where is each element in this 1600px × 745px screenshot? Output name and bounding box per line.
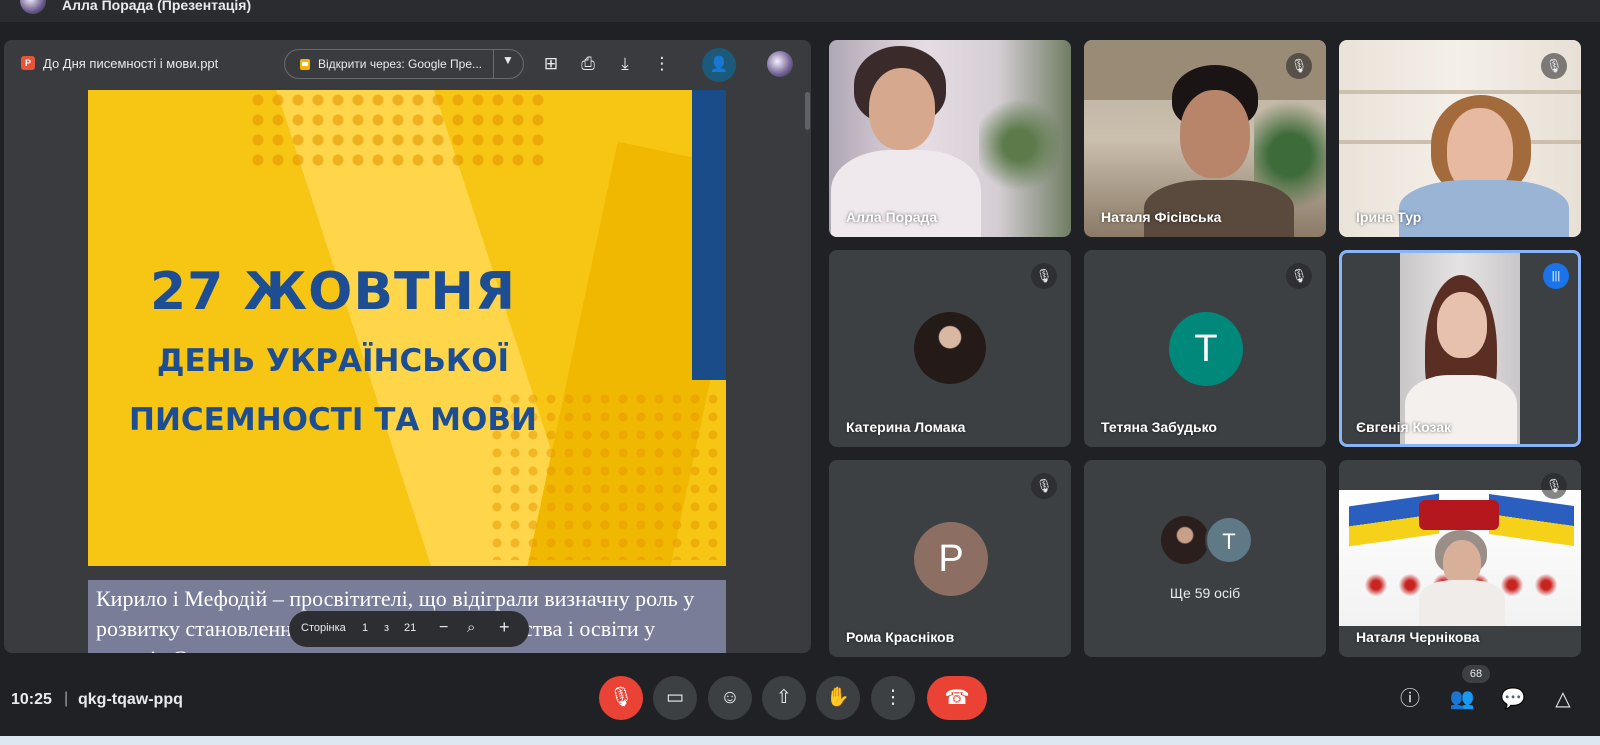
separator: | <box>64 690 69 707</box>
participant-avatar <box>1161 516 1209 564</box>
mic-off-icon: 🎙 <box>1541 53 1567 79</box>
activities-icon[interactable]: △ <box>1549 685 1577 713</box>
speaking-icon: ||| <box>1543 263 1569 289</box>
participant-name: Ірина Тур <box>1356 209 1422 225</box>
participant-tile[interactable]: 🎙 Наталя Фісівська <box>1084 40 1326 237</box>
open-with-label: Відкрити через: Google Пре... <box>318 57 483 71</box>
present-button[interactable]: ⇧ <box>762 676 806 720</box>
page-control[interactable]: Сторінка 1 з 21 − ⌕ + <box>289 611 529 647</box>
more-participants-tile[interactable]: T Ще 59 осіб <box>1084 460 1326 657</box>
participant-name: Наталя Чернікова <box>1356 629 1480 645</box>
participant-name: Алла Порада <box>846 209 938 225</box>
meeting-code: qkg-tqaw-ppq <box>78 691 183 708</box>
scrollbar[interactable] <box>805 92 810 130</box>
presenter-label: Алла Порада (Презентація) <box>62 0 252 13</box>
slide-title-line2: ДЕНЬ УКРАЇНСЬКОЇ <box>156 343 510 379</box>
presenter-avatar <box>20 0 46 14</box>
file-name: До Дня писемності і мови.ppt <box>43 56 219 71</box>
account-avatar[interactable] <box>767 51 793 77</box>
participant-initial: P <box>914 522 988 596</box>
more-vert-icon[interactable]: ⋮ <box>650 52 674 76</box>
download-icon[interactable]: ⤓ <box>613 52 637 76</box>
slide-dots <box>248 90 548 170</box>
participant-initial: T <box>1205 516 1253 564</box>
mic-off-icon: 🎙 <box>1286 53 1312 79</box>
people-count-badge: 68 <box>1462 665 1490 683</box>
emoji-button[interactable]: ☺ <box>708 676 752 720</box>
participant-name: Тетяна Забудько <box>1101 419 1217 435</box>
mic-off-icon: 🎙 <box>1031 263 1057 289</box>
participant-tile[interactable]: 🎙 Ірина Тур <box>1339 40 1581 237</box>
slide-current: 27 ЖОВТНЯ ДЕНЬ УКРАЇНСЬКОЇ ПИСЕМНОСТІ ТА… <box>88 90 726 566</box>
bottom-control-bar: 10:25 | qkg-tqaw-ppq 🎙 ▭ ☺ ⇧ ✋ ⋮ ☎ ⓘ 68 … <box>0 660 1600 736</box>
info-icon[interactable]: ⓘ <box>1396 685 1424 713</box>
clock: 10:25 <box>11 691 52 708</box>
participant-initial: T <box>1169 312 1243 386</box>
chevron-down-icon[interactable]: ▼ <box>502 53 514 67</box>
zoom-in-icon[interactable]: + <box>499 617 510 638</box>
more-options-button[interactable]: ⋮ <box>871 676 915 720</box>
page-label: Сторінка <box>301 622 346 634</box>
page-current[interactable]: 1 <box>362 622 368 634</box>
slide-blue-corner <box>692 90 726 380</box>
raise-hand-button[interactable]: ✋ <box>816 676 860 720</box>
zoom-icon[interactable]: ⌕ <box>467 619 475 636</box>
presentation-panel: P До Дня писемності і мови.ppt Відкрити … <box>4 40 811 653</box>
presentation-header: P До Дня писемності і мови.ppt Відкрити … <box>4 40 811 88</box>
more-participants-label: Ще 59 осіб <box>1169 585 1241 601</box>
slide-date: 27 ЖОВТНЯ <box>150 262 516 322</box>
participant-tile-active[interactable]: ||| Євгенія Козак <box>1339 250 1581 447</box>
mic-off-button[interactable]: 🎙 <box>599 676 643 720</box>
participant-name: Євгенія Козак <box>1356 419 1452 435</box>
powerpoint-icon: P <box>21 56 35 70</box>
mic-off-icon: 🎙 <box>1031 473 1057 499</box>
add-comment-icon[interactable]: ⊞ <box>539 52 563 76</box>
open-with-divider <box>493 50 494 78</box>
page-total: 21 <box>404 622 417 634</box>
participant-name: Катерина Ломака <box>846 419 966 435</box>
chat-icon[interactable]: 💬 <box>1499 685 1527 713</box>
mic-off-icon: 🎙 <box>1286 263 1312 289</box>
slide-title-line3: ПИСЕМНОСТІ ТА МОВИ <box>129 402 537 438</box>
print-icon[interactable]: ⎙ <box>576 52 600 76</box>
leave-call-button[interactable]: ☎ <box>927 676 987 720</box>
camera-button[interactable]: ▭ <box>653 676 697 720</box>
presenter-strip[interactable]: Алла Порада (Презентація) <box>0 0 1600 22</box>
mic-off-icon: 🎙 <box>1541 473 1567 499</box>
participant-tile[interactable]: 🎙 Катерина Ломака <box>829 250 1071 447</box>
open-with-button[interactable]: Відкрити через: Google Пре... ▼ <box>284 49 524 79</box>
zoom-out-icon[interactable]: − <box>439 619 448 637</box>
participant-tile[interactable]: T 🎙 Тетяна Забудько <box>1084 250 1326 447</box>
participant-tile[interactable]: P 🎙 Рома Красніков <box>829 460 1071 657</box>
people-icon[interactable]: 👥 <box>1448 685 1476 713</box>
participant-avatar <box>914 312 986 384</box>
page-of: з <box>384 622 390 634</box>
add-person-icon[interactable]: 👤 <box>702 48 736 82</box>
taskbar-edge <box>0 736 1600 745</box>
participant-tile[interactable]: 🎙 Наталя Чернікова <box>1339 460 1581 657</box>
participant-name: Наталя Фісівська <box>1101 209 1222 225</box>
participant-video <box>829 40 1071 237</box>
google-slides-icon <box>300 59 310 70</box>
participant-name: Рома Красніков <box>846 629 955 645</box>
participant-tile[interactable]: Алла Порада <box>829 40 1071 237</box>
